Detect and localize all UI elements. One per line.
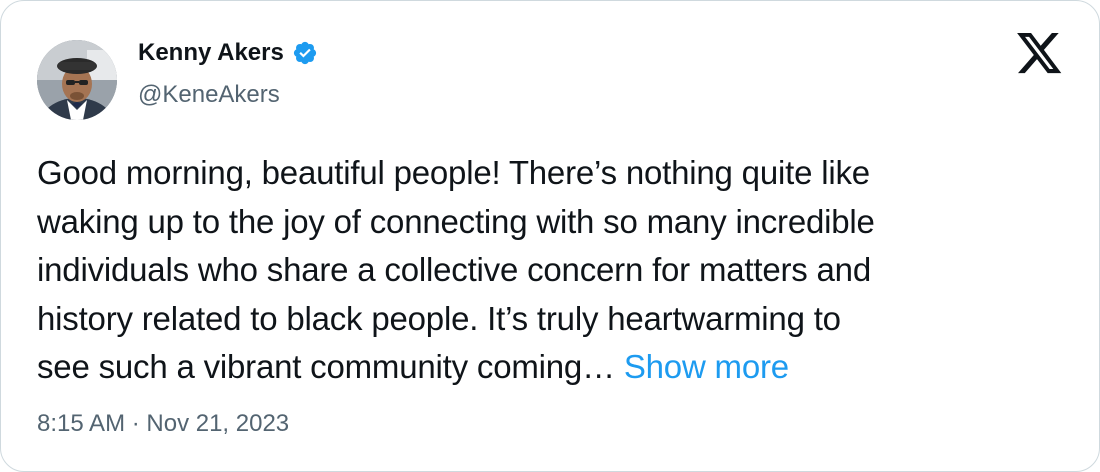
author-display-name[interactable]: Kenny Akers <box>138 39 284 67</box>
tweet-body: Good morning, beautiful people! There’s … <box>37 149 1077 392</box>
tweet-timestamp[interactable]: 8:15 AM · Nov 21, 2023 <box>37 410 289 438</box>
author-name-row: Kenny Akers <box>138 37 318 69</box>
x-logo-icon[interactable] <box>1016 33 1064 75</box>
verified-badge-icon <box>292 40 318 66</box>
show-more-link[interactable]: Show more <box>624 348 789 385</box>
avatar-image <box>37 40 117 120</box>
avatar[interactable] <box>37 40 117 120</box>
author-handle[interactable]: @KeneAkers <box>138 81 280 109</box>
tweet-card[interactable]: Kenny Akers @KeneAkers Good morning, bea… <box>0 0 1100 472</box>
